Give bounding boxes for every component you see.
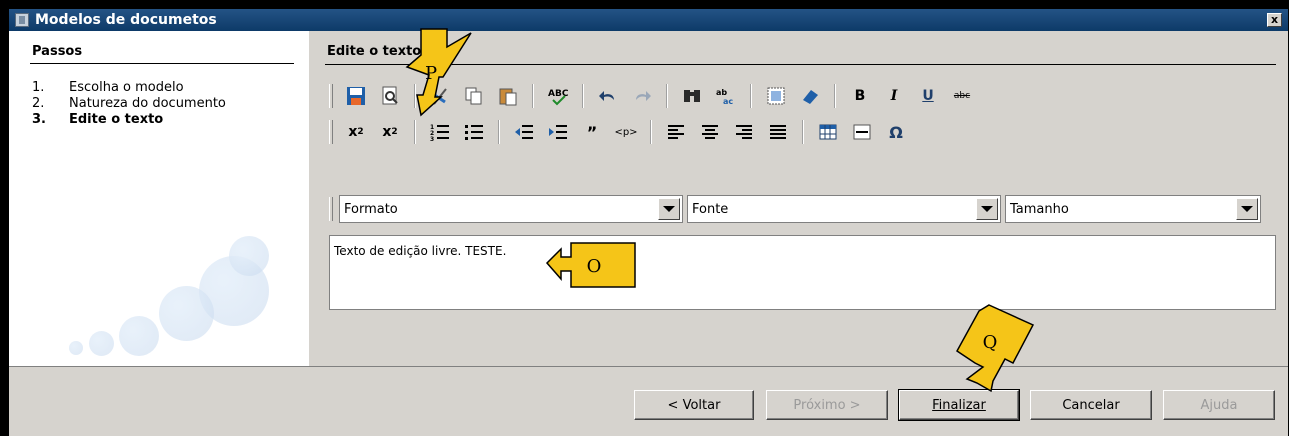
step-number: 2. [32,96,45,111]
window-title: Modelos de documetos [35,12,217,28]
table-icon[interactable] [817,121,839,143]
step-item[interactable]: 1. Escolha o modelo [32,80,226,96]
finish-label: Finalizar [932,397,986,413]
toolbar-grip[interactable] [329,197,333,221]
title-bar: Modelos de documetos x [9,9,1288,31]
svg-text:ac: ac [723,97,733,106]
back-label: < Voltar [667,397,721,413]
cancel-label: Cancelar [1062,397,1120,413]
help-label: Ajuda [1200,397,1238,413]
svg-text:3: 3 [430,136,434,142]
indent-icon[interactable] [547,121,569,143]
eraser-icon[interactable] [799,85,821,107]
dialog-window: Modelos de documetos x Passos 1. Escolha … [8,8,1289,436]
close-button[interactable]: x [1267,13,1282,27]
callout-p: P [424,62,438,84]
callout-o: O [586,255,602,277]
editor-content: Texto de edição livre. TESTE. [334,244,507,258]
strikethrough-icon[interactable]: abc [951,85,973,107]
redo-icon[interactable] [631,85,653,107]
step-item-current[interactable]: 3. Edite o texto [32,112,226,128]
spellcheck-icon[interactable]: ABC [547,85,569,107]
bullet-list-icon[interactable] [463,121,485,143]
subscript-icon[interactable]: x2 [345,121,367,143]
special-char-icon[interactable]: Ω [885,121,907,143]
step-number: 3. [32,112,46,127]
div-container-icon[interactable]: <p> [614,121,637,143]
superscript-icon[interactable]: x2 [379,121,401,143]
help-button[interactable]: Ajuda [1163,390,1275,420]
toolbar-row-2: x2 x2 123 ” <p> Ω [329,116,913,148]
size-select[interactable]: Tamanho [1005,195,1261,223]
step-number: 1. [32,80,45,95]
font-select[interactable]: Fonte [687,195,1001,223]
format-row: Formato Fonte Tamanho [329,194,1265,224]
step-label: Escolha o modelo [69,80,184,95]
steps-list: 1. Escolha o modelo 2. Natureza do documen… [32,80,226,128]
decorative-bubbles [49,236,279,356]
step-item[interactable]: 2. Natureza do documento [32,96,226,112]
chevron-down-icon[interactable] [976,198,998,220]
step-label: Edite o texto [69,112,164,127]
cancel-button[interactable]: Cancelar [1030,390,1152,420]
font-value: Fonte [692,201,729,217]
step-label: Natureza do documento [69,96,226,111]
callout-q: Q [982,331,998,353]
outdent-icon[interactable] [513,121,535,143]
steps-panel: Passos 1. Escolha o modelo 2. Natureza do … [9,31,309,366]
svg-text:ab: ab [716,88,727,97]
undo-icon[interactable] [597,85,619,107]
app-icon [15,13,29,27]
align-left-icon[interactable] [665,121,687,143]
horizontal-rule-icon[interactable] [851,121,873,143]
steps-divider [30,63,294,64]
italic-icon[interactable]: I [883,85,905,107]
format-select[interactable]: Formato [339,195,683,223]
justify-icon[interactable] [767,121,789,143]
text-editor[interactable]: Texto de edição livre. TESTE. [329,235,1276,310]
steps-heading: Passos [32,44,83,59]
chevron-down-icon[interactable] [658,198,680,220]
blockquote-icon[interactable]: ” [581,121,603,143]
format-value: Formato [344,201,398,217]
back-button[interactable]: < Voltar [634,390,754,420]
toolbar-grip[interactable] [329,120,333,144]
find-icon[interactable] [681,85,703,107]
toolbar-grip[interactable] [329,84,333,108]
size-value: Tamanho [1010,201,1069,217]
align-center-icon[interactable] [699,121,721,143]
chevron-down-icon[interactable] [1236,198,1258,220]
numbered-list-icon[interactable]: 123 [429,121,451,143]
replace-icon[interactable]: ab ac [715,85,737,107]
next-button[interactable]: Próximo > [766,390,888,420]
underline-icon[interactable]: U [917,85,939,107]
paste-icon[interactable] [497,85,519,107]
next-label: Próximo > [793,397,861,413]
button-bar: < Voltar Próximo > Finalizar Cancelar Aj… [9,366,1288,436]
save-icon[interactable] [345,85,367,107]
svg-text:ABC: ABC [548,89,569,99]
align-right-icon[interactable] [733,121,755,143]
select-all-icon[interactable] [765,85,787,107]
bold-icon[interactable]: B [849,85,871,107]
